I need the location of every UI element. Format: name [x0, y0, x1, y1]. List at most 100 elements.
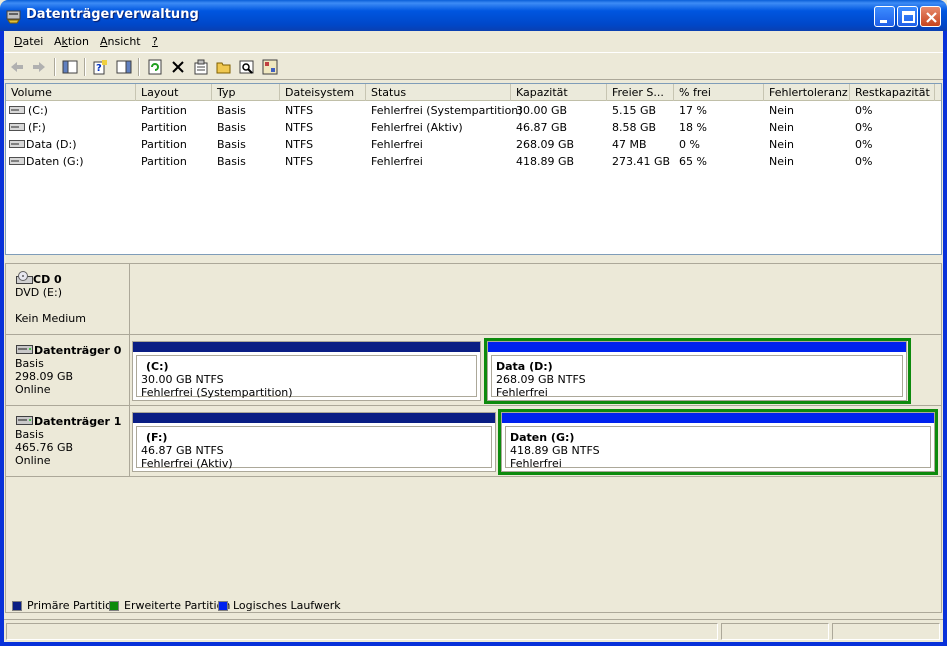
disk-row-cd0[interactable]: CD 0 DVD (E:) Kein Medium	[6, 264, 941, 335]
column-header-layout[interactable]: Layout	[136, 84, 212, 101]
column-header-typ[interactable]: Typ	[212, 84, 280, 101]
partition-bar-logical	[488, 342, 906, 352]
partition-f[interactable]: (F:) 46.87 GB NTFS Fehlerfrei (Aktiv)	[132, 412, 496, 472]
column-header-freier-speicher[interactable]: Freier S...	[607, 84, 674, 101]
disk-row-disk0[interactable]: Datenträger 0 Basis 298.09 GB Online (C:…	[6, 335, 941, 406]
cell-restkapazitaet: 0%	[855, 104, 873, 117]
disk-size: 465.76 GB	[15, 441, 74, 454]
partition-name: Daten (G:)	[510, 431, 575, 444]
svg-text:?: ?	[96, 63, 102, 74]
cell-freier-speicher: 8.58 GB	[612, 121, 657, 134]
partition-size: 30.00 GB NTFS	[141, 373, 224, 386]
menu-help[interactable]: ?	[152, 35, 158, 48]
cell-layout: Partition	[141, 121, 187, 134]
disk-pane[interactable]: CD 0 DVD (E:) Kein Medium Datenträger 0 …	[5, 263, 942, 613]
cell-typ: Basis	[217, 155, 246, 168]
menu-datei[interactable]: Datei	[14, 35, 43, 48]
partition-d[interactable]: Data (D:) 268.09 GB NTFS Fehlerfrei	[487, 341, 907, 401]
cell-prozent-frei: 65 %	[679, 155, 707, 168]
volume-row[interactable]: (C:) Partition Basis NTFS Fehlerfrei (Sy…	[6, 102, 941, 119]
action-pane-button[interactable]	[113, 56, 135, 78]
pane-splitter[interactable]	[4, 255, 943, 263]
cell-fehlertoleranz: Nein	[769, 138, 795, 151]
cell-volume: (F:)	[28, 121, 46, 134]
console-tree-button[interactable]	[59, 56, 81, 78]
disk-drive: DVD (E:)	[15, 286, 63, 299]
menu-bar: Datei Aktion Ansicht ?	[4, 31, 943, 52]
cell-prozent-frei: 17 %	[679, 104, 707, 117]
column-header-kapazitaet[interactable]: Kapazität	[511, 84, 607, 101]
window-frame-left	[0, 31, 4, 646]
disk-type: Basis	[15, 428, 44, 441]
minimize-button[interactable]	[874, 6, 895, 27]
column-header-status[interactable]: Status	[366, 84, 511, 101]
disk-size: 298.09 GB	[15, 370, 74, 383]
forward-button[interactable]	[28, 56, 50, 78]
menu-ansicht[interactable]: Ansicht	[100, 35, 141, 48]
legend-swatch-extended	[109, 601, 119, 611]
cell-layout: Partition	[141, 155, 187, 168]
close-icon	[926, 12, 937, 23]
drive-icon	[9, 106, 25, 114]
export-button[interactable]	[259, 56, 281, 78]
partition-size: 418.89 GB NTFS	[510, 444, 600, 457]
cell-kapazitaet: 268.09 GB	[516, 138, 575, 151]
close-button[interactable]	[920, 6, 941, 27]
column-header-restkapazitaet[interactable]: Restkapazität	[850, 84, 935, 101]
cell-dateisystem: NTFS	[285, 155, 314, 168]
column-header-fehlertoleranz[interactable]: Fehlertoleranz	[764, 84, 850, 101]
delete-button[interactable]	[167, 56, 189, 78]
legend-swatch-logical	[218, 601, 228, 611]
partition-name: Data (D:)	[496, 360, 553, 373]
partition-status: Fehlerfrei	[510, 457, 562, 470]
volume-list[interactable]: Volume Layout Typ Dateisystem Status Kap…	[5, 83, 942, 255]
export-icon	[262, 59, 278, 75]
disk-label-disk1[interactable]: Datenträger 1 Basis 465.76 GB Online	[6, 406, 130, 476]
cell-status: Fehlerfrei (Systempartition)	[371, 104, 523, 117]
back-button[interactable]	[6, 56, 28, 78]
partition-status: Fehlerfrei	[496, 386, 548, 399]
title-bar[interactable]: Datenträgerverwaltung	[0, 0, 947, 31]
partition-g[interactable]: Daten (G:) 418.89 GB NTFS Fehlerfrei	[501, 412, 935, 472]
properties-button[interactable]	[190, 56, 212, 78]
disk-label-cd0[interactable]: CD 0 DVD (E:) Kein Medium	[6, 264, 130, 334]
partition-status: Fehlerfrei (Aktiv)	[141, 457, 233, 470]
cell-freier-speicher: 5.15 GB	[612, 104, 657, 117]
volume-row[interactable]: Data (D:) Partition Basis NTFS Fehlerfre…	[6, 136, 941, 153]
cell-volume: (C:)	[28, 104, 48, 117]
disk-label-disk0[interactable]: Datenträger 0 Basis 298.09 GB Online	[6, 335, 130, 405]
partition-c[interactable]: (C:) 30.00 GB NTFS Fehlerfrei (Systempar…	[132, 341, 481, 401]
hard-disk-icon	[16, 416, 33, 425]
toolbar-separator	[84, 58, 86, 76]
column-header-prozent-frei[interactable]: % frei	[674, 84, 764, 101]
volume-row[interactable]: Daten (G:) Partition Basis NTFS Fehlerfr…	[6, 153, 941, 170]
cell-fehlertoleranz: Nein	[769, 155, 795, 168]
volume-row[interactable]: (F:) Partition Basis NTFS Fehlerfrei (Ak…	[6, 119, 941, 136]
partition-status: Fehlerfrei (Systempartition)	[141, 386, 293, 399]
minimize-icon	[880, 20, 887, 23]
column-header-volume[interactable]: Volume	[6, 84, 136, 101]
help-button[interactable]: ?	[89, 56, 111, 78]
refresh-button[interactable]	[144, 56, 166, 78]
cell-layout: Partition	[141, 138, 187, 151]
cell-prozent-frei: 18 %	[679, 121, 707, 134]
disk-status: Online	[15, 454, 51, 467]
disk-row-disk1[interactable]: Datenträger 1 Basis 465.76 GB Online (F:…	[6, 406, 941, 477]
menu-aktion[interactable]: Aktion	[54, 35, 89, 48]
search-button[interactable]	[236, 56, 258, 78]
partition-name: (C:)	[146, 360, 169, 373]
toolbar-separator	[54, 58, 56, 76]
maximize-button[interactable]	[897, 6, 918, 27]
disk-status: Online	[15, 383, 51, 396]
legend-swatch-primary	[12, 601, 22, 611]
status-panel	[6, 623, 718, 640]
disk-type: Basis	[15, 357, 44, 370]
column-header-dateisystem[interactable]: Dateisystem	[280, 84, 366, 101]
cd-drive-icon	[16, 271, 33, 284]
legend-label: Primäre Partition	[27, 599, 119, 612]
window-frame-right	[943, 31, 947, 646]
open-button[interactable]	[213, 56, 235, 78]
cell-status: Fehlerfrei (Aktiv)	[371, 121, 463, 134]
partition-body: (C:) 30.00 GB NTFS Fehlerfrei (Systempar…	[136, 355, 477, 399]
show-hide-console-tree-icon	[62, 60, 78, 74]
